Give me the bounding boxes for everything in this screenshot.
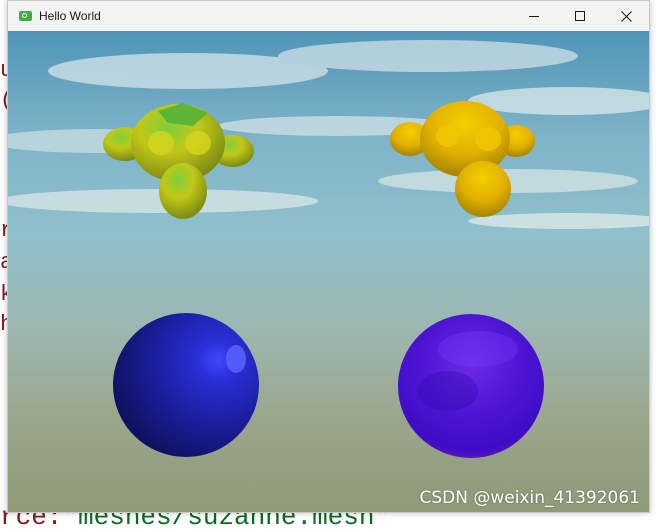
window-title: Hello World <box>39 9 101 23</box>
window-controls <box>511 1 649 31</box>
qt-app-icon <box>19 11 32 21</box>
sphere-right <box>398 314 544 458</box>
3d-viewport[interactable] <box>8 31 649 512</box>
maximize-icon <box>575 11 585 21</box>
close-button[interactable] <box>603 1 649 31</box>
minimize-icon <box>529 16 539 17</box>
maximize-button[interactable] <box>557 1 603 31</box>
watermark-text: CSDN @weixin_41392061 <box>419 488 640 508</box>
minimize-button[interactable] <box>511 1 557 31</box>
sphere-left <box>113 313 259 457</box>
render-canvas <box>8 31 649 512</box>
title-bar[interactable]: Hello World <box>8 1 649 31</box>
close-icon <box>620 10 632 22</box>
app-window[interactable]: Hello World <box>7 0 650 513</box>
